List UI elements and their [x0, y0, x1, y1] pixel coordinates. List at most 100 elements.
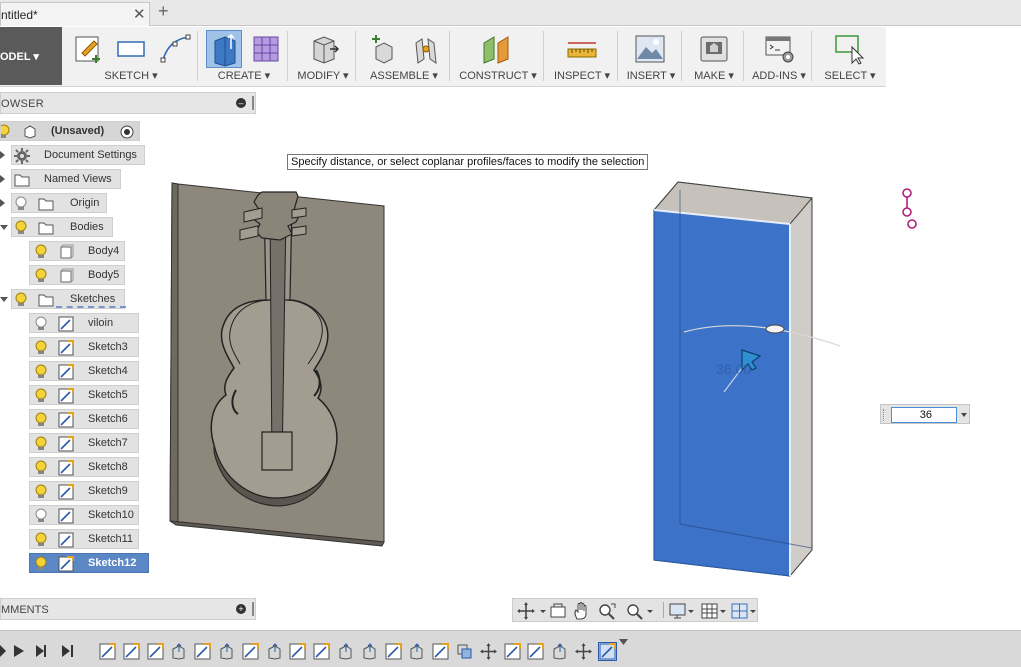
- timeline-move-icon[interactable]: [575, 643, 592, 660]
- visibility-bulb-icon[interactable]: [34, 268, 48, 284]
- distance-input[interactable]: [891, 407, 957, 423]
- zoom-window-icon[interactable]: [597, 602, 617, 620]
- sketch-menu[interactable]: SKETCH ▾: [64, 69, 198, 82]
- pan-icon[interactable]: [571, 601, 591, 621]
- timeline-sketch-icon[interactable]: [598, 642, 617, 661]
- activate-component-icon[interactable]: [120, 125, 134, 139]
- form-icon[interactable]: [250, 33, 282, 65]
- browser-root-item[interactable]: (Unsaved): [0, 121, 140, 141]
- visibility-bulb-icon[interactable]: [34, 460, 48, 476]
- close-tab-icon[interactable]: ✕: [133, 5, 146, 23]
- insert-image-icon[interactable]: [634, 33, 666, 65]
- browser-item-document-settings[interactable]: Document Settings: [11, 145, 145, 165]
- timeline-sketch-icon[interactable]: [123, 643, 140, 660]
- timeline-sketch-icon[interactable]: [432, 643, 449, 660]
- look-at-icon[interactable]: [549, 602, 567, 620]
- browser-item-sketch[interactable]: Sketch4: [29, 361, 139, 381]
- timeline-marker-icon[interactable]: [619, 639, 628, 645]
- collapse-browser-icon[interactable]: –: [236, 98, 246, 108]
- distance-dropdown-icon[interactable]: [961, 413, 967, 417]
- addins-menu[interactable]: ADD-INS ▾: [746, 69, 812, 82]
- modify-menu[interactable]: MODIFY ▾: [290, 69, 356, 82]
- timeline-extrude-icon[interactable]: [337, 643, 354, 660]
- measure-icon[interactable]: [566, 33, 598, 65]
- visibility-bulb-icon[interactable]: [14, 220, 28, 236]
- visibility-bulb-icon[interactable]: [34, 388, 48, 404]
- browser-item-named-views[interactable]: Named Views: [11, 169, 121, 189]
- workspace-switcher-button[interactable]: ODEL ▾: [0, 27, 62, 85]
- timeline-extrude-icon[interactable]: [266, 643, 283, 660]
- browser-item-sketch[interactable]: Sketch6: [29, 409, 139, 429]
- timeline-sketch-icon[interactable]: [313, 643, 330, 660]
- visibility-bulb-icon[interactable]: [34, 436, 48, 452]
- orbit-icon[interactable]: [517, 602, 547, 620]
- browser-item-body4[interactable]: Body4: [29, 241, 125, 261]
- expand-arrow-icon[interactable]: [0, 151, 5, 159]
- browser-item-sketch[interactable]: viloin: [29, 313, 139, 333]
- press-pull-icon[interactable]: [308, 33, 340, 65]
- step-back-icon[interactable]: [0, 645, 6, 657]
- joint-icon[interactable]: [410, 33, 442, 65]
- extrude-button[interactable]: [206, 30, 242, 68]
- timeline-sketch-icon[interactable]: [527, 643, 544, 660]
- collapse-arrow-icon[interactable]: [0, 225, 8, 230]
- grid-settings-icon[interactable]: [701, 602, 729, 620]
- make-menu[interactable]: MAKE ▾: [684, 69, 744, 82]
- panel-drag-handle-icon[interactable]: [252, 96, 254, 110]
- browser-item-sketch[interactable]: Sketch9: [29, 481, 139, 501]
- browser-item-sketches[interactable]: Sketches: [11, 289, 126, 309]
- visibility-bulb-icon[interactable]: [34, 244, 48, 260]
- expand-arrow-icon[interactable]: [0, 199, 5, 207]
- visibility-bulb-off-icon[interactable]: [34, 508, 48, 524]
- create-sketch-icon[interactable]: [74, 33, 104, 65]
- go-to-end-icon[interactable]: [62, 645, 73, 657]
- browser-item-sketch[interactable]: Sketch12: [29, 553, 149, 573]
- timeline-extrude-icon[interactable]: [361, 643, 378, 660]
- play-icon[interactable]: [14, 645, 24, 657]
- browser-item-sketch[interactable]: Sketch7: [29, 433, 139, 453]
- document-tab[interactable]: ntitled* ✕: [0, 2, 150, 26]
- create-menu[interactable]: CREATE ▾: [200, 69, 288, 82]
- browser-item-sketch[interactable]: Sketch8: [29, 457, 139, 477]
- visibility-bulb-icon[interactable]: [34, 556, 48, 572]
- visibility-bulb-icon[interactable]: [34, 532, 48, 548]
- construct-menu[interactable]: CONSTRUCT ▾: [452, 69, 544, 82]
- visibility-bulb-icon[interactable]: [34, 364, 48, 380]
- timeline-combine-icon[interactable]: [456, 643, 473, 660]
- timeline-sketch-icon[interactable]: [504, 643, 521, 660]
- offset-plane-icon[interactable]: [480, 33, 516, 65]
- timeline-sketch-icon[interactable]: [289, 643, 306, 660]
- timeline-extrude-icon[interactable]: [170, 643, 187, 660]
- display-settings-icon[interactable]: [669, 602, 697, 620]
- browser-item-sketch[interactable]: Sketch11: [29, 529, 139, 549]
- timeline-sketch-icon[interactable]: [242, 643, 259, 660]
- select-menu[interactable]: SELECT ▾: [814, 69, 886, 82]
- timeline-extrude-icon[interactable]: [408, 643, 425, 660]
- browser-item-origin[interactable]: Origin: [11, 193, 107, 213]
- scripts-icon[interactable]: [764, 33, 796, 65]
- browser-item-sketch[interactable]: Sketch5: [29, 385, 139, 405]
- viewports-icon[interactable]: [731, 602, 759, 620]
- timeline-move-icon[interactable]: [480, 643, 497, 660]
- 3d-print-icon[interactable]: [698, 33, 730, 65]
- visibility-bulb-icon[interactable]: [1, 124, 15, 140]
- visibility-bulb-icon[interactable]: [34, 484, 48, 500]
- timeline-extrude-icon[interactable]: [218, 643, 235, 660]
- inspect-menu[interactable]: INSPECT ▾: [546, 69, 618, 82]
- visibility-bulb-icon[interactable]: [34, 340, 48, 356]
- collapse-arrow-icon[interactable]: [0, 297, 8, 302]
- visibility-bulb-icon[interactable]: [34, 412, 48, 428]
- visibility-bulb-off-icon[interactable]: [34, 316, 48, 332]
- rectangle-icon[interactable]: [116, 33, 146, 65]
- timeline-sketch-icon[interactable]: [147, 643, 164, 660]
- new-tab-icon[interactable]: +: [158, 1, 169, 22]
- timeline-sketch-icon[interactable]: [99, 643, 116, 660]
- zoom-icon[interactable]: [625, 602, 655, 620]
- assemble-menu[interactable]: ASSEMBLE ▾: [358, 69, 450, 82]
- panel-drag-handle-icon[interactable]: [252, 602, 254, 616]
- spline-icon[interactable]: [160, 33, 192, 65]
- select-icon[interactable]: [834, 33, 866, 65]
- visibility-bulb-icon[interactable]: [14, 292, 28, 308]
- visibility-bulb-off-icon[interactable]: [14, 196, 28, 212]
- timeline-sketch-icon[interactable]: [385, 643, 402, 660]
